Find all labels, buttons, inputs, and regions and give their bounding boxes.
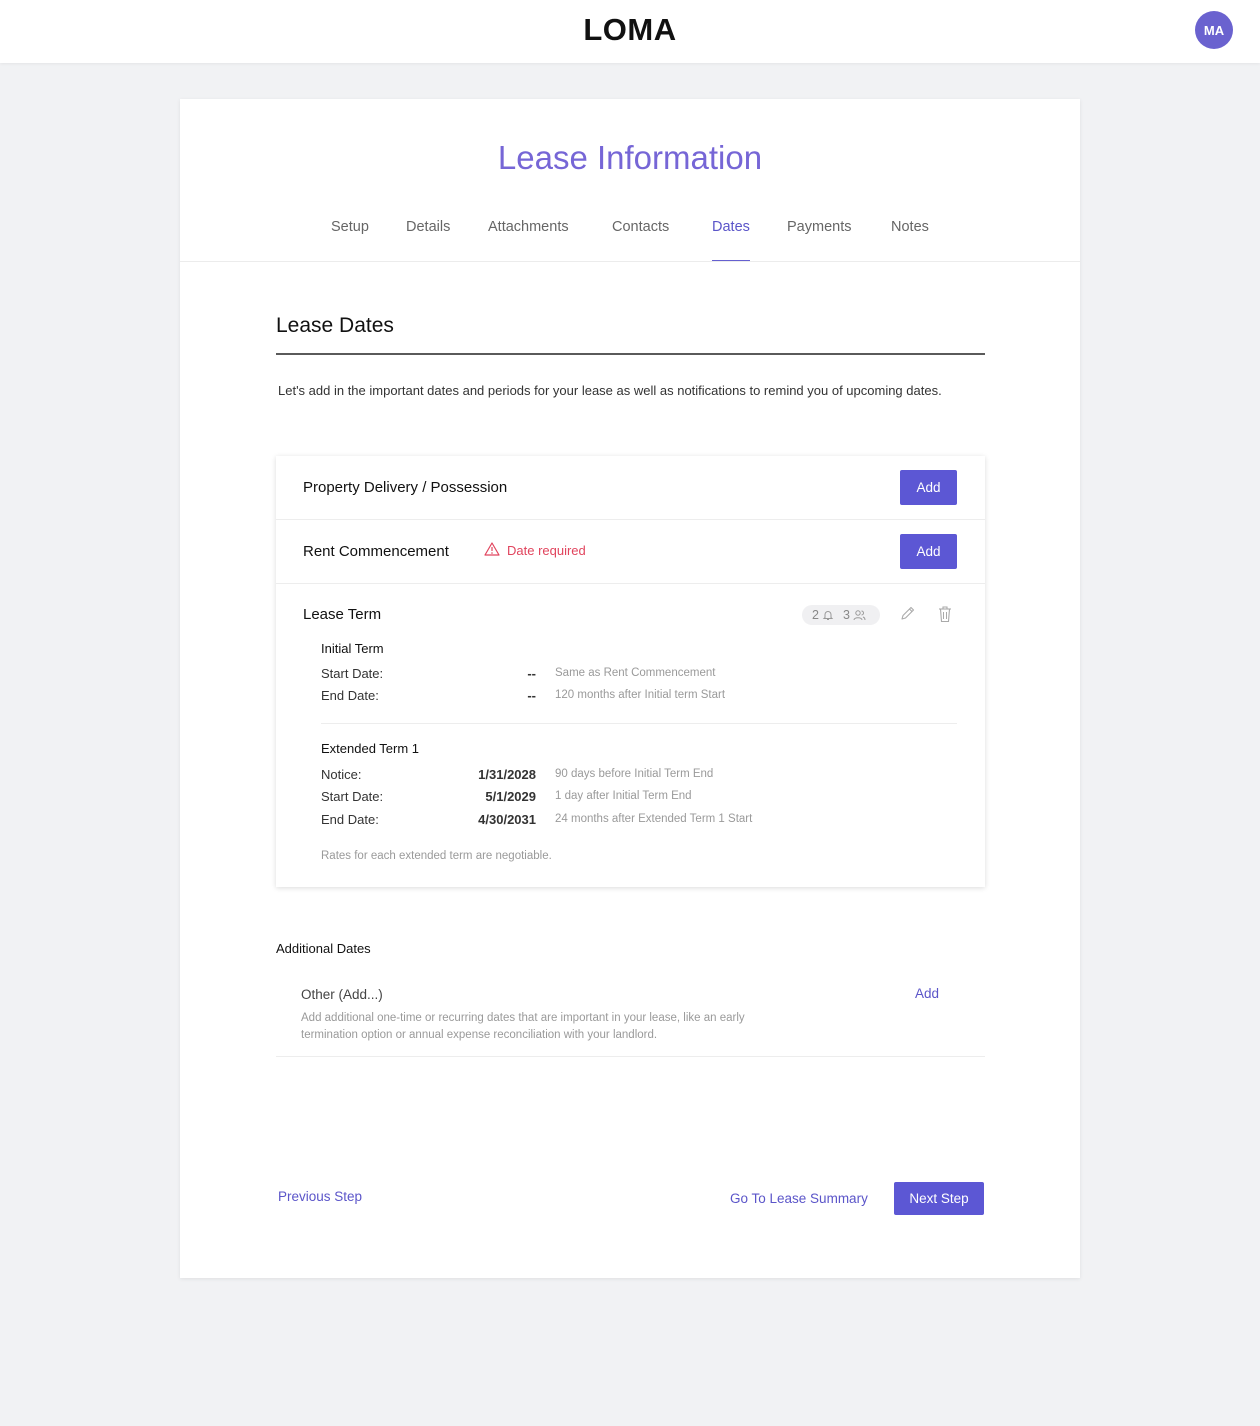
- extended-notice-value: 1/31/2028: [478, 767, 536, 782]
- extended-end-label: End Date:: [321, 812, 379, 827]
- add-other-date-link[interactable]: Add: [915, 986, 939, 1001]
- extended-term-footnote: Rates for each extended term are negotia…: [321, 850, 552, 862]
- tab-payments[interactable]: Payments: [787, 219, 851, 262]
- add-rent-commencement-button[interactable]: Add: [900, 534, 957, 569]
- other-date-title: Other (Add...): [301, 987, 383, 1002]
- add-delivery-button[interactable]: Add: [900, 470, 957, 505]
- bell-icon: [822, 609, 834, 621]
- lease-summary-link[interactable]: Go To Lease Summary: [730, 1191, 868, 1206]
- loma-logo[interactable]: LOMA: [0, 12, 1260, 48]
- lease-information-card: Lease Information Setup Details Attachme…: [180, 99, 1080, 1278]
- extended-notice-label: Notice:: [321, 767, 362, 782]
- previous-step-link[interactable]: Previous Step: [278, 1189, 362, 1204]
- extended-start-label: Start Date:: [321, 789, 384, 804]
- lease-tabs: Setup Details Attachments Contacts Dates…: [180, 211, 1080, 262]
- warning-text: Date required: [507, 543, 586, 558]
- initial-start-value: --: [527, 666, 536, 681]
- tab-contacts[interactable]: Contacts: [612, 219, 669, 262]
- delivery-title: Property Delivery / Possession: [303, 479, 508, 496]
- top-bar: LOMA MA: [0, 0, 1260, 63]
- extended-start-note: 1 day after Initial Term End: [555, 790, 692, 802]
- tab-details[interactable]: Details: [406, 219, 450, 262]
- lease-dates-panel: Property Delivery / Possession Add Rent …: [276, 456, 985, 887]
- extended-end-note: 24 months after Extended Term 1 Start: [555, 813, 753, 825]
- extended-term-title: Extended Term 1: [321, 741, 420, 756]
- additional-divider: [276, 1056, 985, 1057]
- extended-end-value: 4/30/2031: [478, 812, 536, 827]
- notification-count: 2: [812, 608, 819, 622]
- tab-notes[interactable]: Notes: [891, 219, 929, 262]
- row-divider: [276, 583, 985, 584]
- reminder-badge[interactable]: 2 3: [802, 605, 880, 625]
- other-date-description: Add additional one-time or recurring dat…: [301, 1012, 745, 1041]
- lease-term-title: Lease Term: [303, 606, 382, 623]
- tab-attachments[interactable]: Attachments: [488, 219, 569, 262]
- initial-term-title: Initial Term: [321, 641, 384, 656]
- page-title: Lease Information: [497, 139, 763, 176]
- tab-setup[interactable]: Setup: [331, 219, 369, 262]
- initial-end-note: 120 months after Initial term Start: [555, 689, 726, 701]
- extended-notice-note: 90 days before Initial Term End: [555, 768, 714, 780]
- people-icon: [853, 609, 866, 621]
- section-divider: [276, 353, 985, 355]
- date-required-warning: Date required: [484, 542, 586, 559]
- user-avatar[interactable]: MA: [1195, 11, 1233, 49]
- contact-count: 3: [842, 608, 850, 622]
- next-step-button[interactable]: Next Step: [894, 1182, 984, 1215]
- row-divider: [276, 519, 985, 520]
- initial-end-value: --: [527, 688, 536, 703]
- edit-pencil-icon[interactable]: [900, 605, 916, 626]
- section-title: Lease Dates: [276, 314, 394, 337]
- initial-start-label: Start Date:: [321, 666, 384, 681]
- warning-icon: [484, 542, 507, 559]
- section-intro: Let's add in the important dates and per…: [278, 383, 942, 398]
- additional-dates-title: Additional Dates: [276, 941, 371, 956]
- tab-dates[interactable]: Dates: [712, 219, 750, 262]
- extended-start-value: 5/1/2029: [485, 789, 536, 804]
- term-divider: [321, 723, 957, 724]
- initial-start-note: Same as Rent Commencement: [555, 667, 716, 679]
- initial-end-label: End Date:: [321, 688, 379, 703]
- rent-commencement-title: Rent Commencement: [303, 543, 449, 560]
- trash-icon[interactable]: [937, 605, 953, 628]
- tab-divider: [180, 261, 1080, 262]
